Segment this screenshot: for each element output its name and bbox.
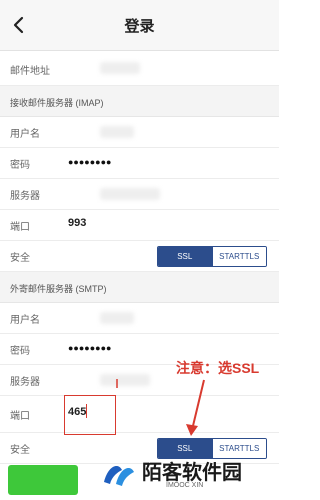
smtp-password-field[interactable]: ●●●●●●●● bbox=[68, 343, 112, 353]
smtp-username-value[interactable] bbox=[100, 312, 134, 324]
imap-security-label: 安全 bbox=[10, 253, 30, 264]
smtp-section-header: 外寄邮件服务器 (SMTP) bbox=[0, 272, 279, 303]
imap-password-row[interactable]: 密码 ●●●●●●●● bbox=[0, 148, 279, 179]
imap-security-row: 安全 SSL STARTTLS bbox=[0, 241, 279, 272]
imap-port-row[interactable]: 端口 993 bbox=[0, 210, 279, 241]
smtp-password-label: 密码 bbox=[10, 346, 30, 357]
smtp-port-label: 端口 bbox=[10, 411, 30, 422]
smtp-section-title: 外寄邮件服务器 (SMTP) bbox=[10, 284, 107, 294]
email-value-blurred[interactable] bbox=[100, 62, 140, 74]
watermark: 陌客软件园 IMOOC XIN bbox=[96, 452, 276, 498]
imap-port-label: 端口 bbox=[10, 222, 30, 233]
imap-port-field[interactable]: 993 bbox=[68, 217, 86, 229]
email-row[interactable]: 邮件地址 bbox=[0, 51, 279, 86]
smtp-port-row[interactable]: 端口 465 bbox=[0, 396, 279, 433]
smtp-server-value[interactable] bbox=[100, 374, 150, 386]
email-label: 邮件地址 bbox=[10, 66, 50, 77]
watermark-logo-icon bbox=[104, 466, 134, 486]
imap-username-label: 用户名 bbox=[10, 129, 40, 140]
annotation-text: 注意：选SSL bbox=[176, 360, 260, 376]
smtp-username-label: 用户名 bbox=[10, 315, 40, 326]
imap-security-starttls-option[interactable]: STARTTLS bbox=[211, 247, 266, 266]
smtp-server-label: 服务器 bbox=[10, 377, 40, 388]
imap-section-header: 接收邮件服务器 (IMAP) bbox=[0, 86, 279, 117]
imap-security-ssl-option[interactable]: SSL bbox=[158, 247, 212, 266]
nav-bar: 登录 bbox=[0, 0, 279, 51]
imap-server-row[interactable]: 服务器 bbox=[0, 179, 279, 210]
imap-section-title: 接收邮件服务器 (IMAP) bbox=[10, 98, 104, 108]
login-button[interactable] bbox=[8, 465, 78, 495]
imap-server-value[interactable] bbox=[100, 188, 160, 200]
imap-password-label: 密码 bbox=[10, 160, 30, 171]
annotation-port-box bbox=[64, 395, 116, 435]
imap-security-segmented-control[interactable]: SSL STARTTLS bbox=[157, 246, 267, 267]
imap-username-row[interactable]: 用户名 bbox=[0, 117, 279, 148]
smtp-username-row[interactable]: 用户名 bbox=[0, 303, 279, 334]
imap-server-label: 服务器 bbox=[10, 191, 40, 202]
watermark-text: 陌客软件园 bbox=[142, 460, 242, 484]
page-title: 登录 bbox=[124, 18, 155, 35]
imap-username-value[interactable] bbox=[100, 126, 134, 138]
watermark-subtext: IMOOC XIN bbox=[166, 482, 204, 489]
smtp-security-label: 安全 bbox=[10, 445, 30, 456]
imap-password-field[interactable]: ●●●●●●●● bbox=[68, 157, 112, 167]
